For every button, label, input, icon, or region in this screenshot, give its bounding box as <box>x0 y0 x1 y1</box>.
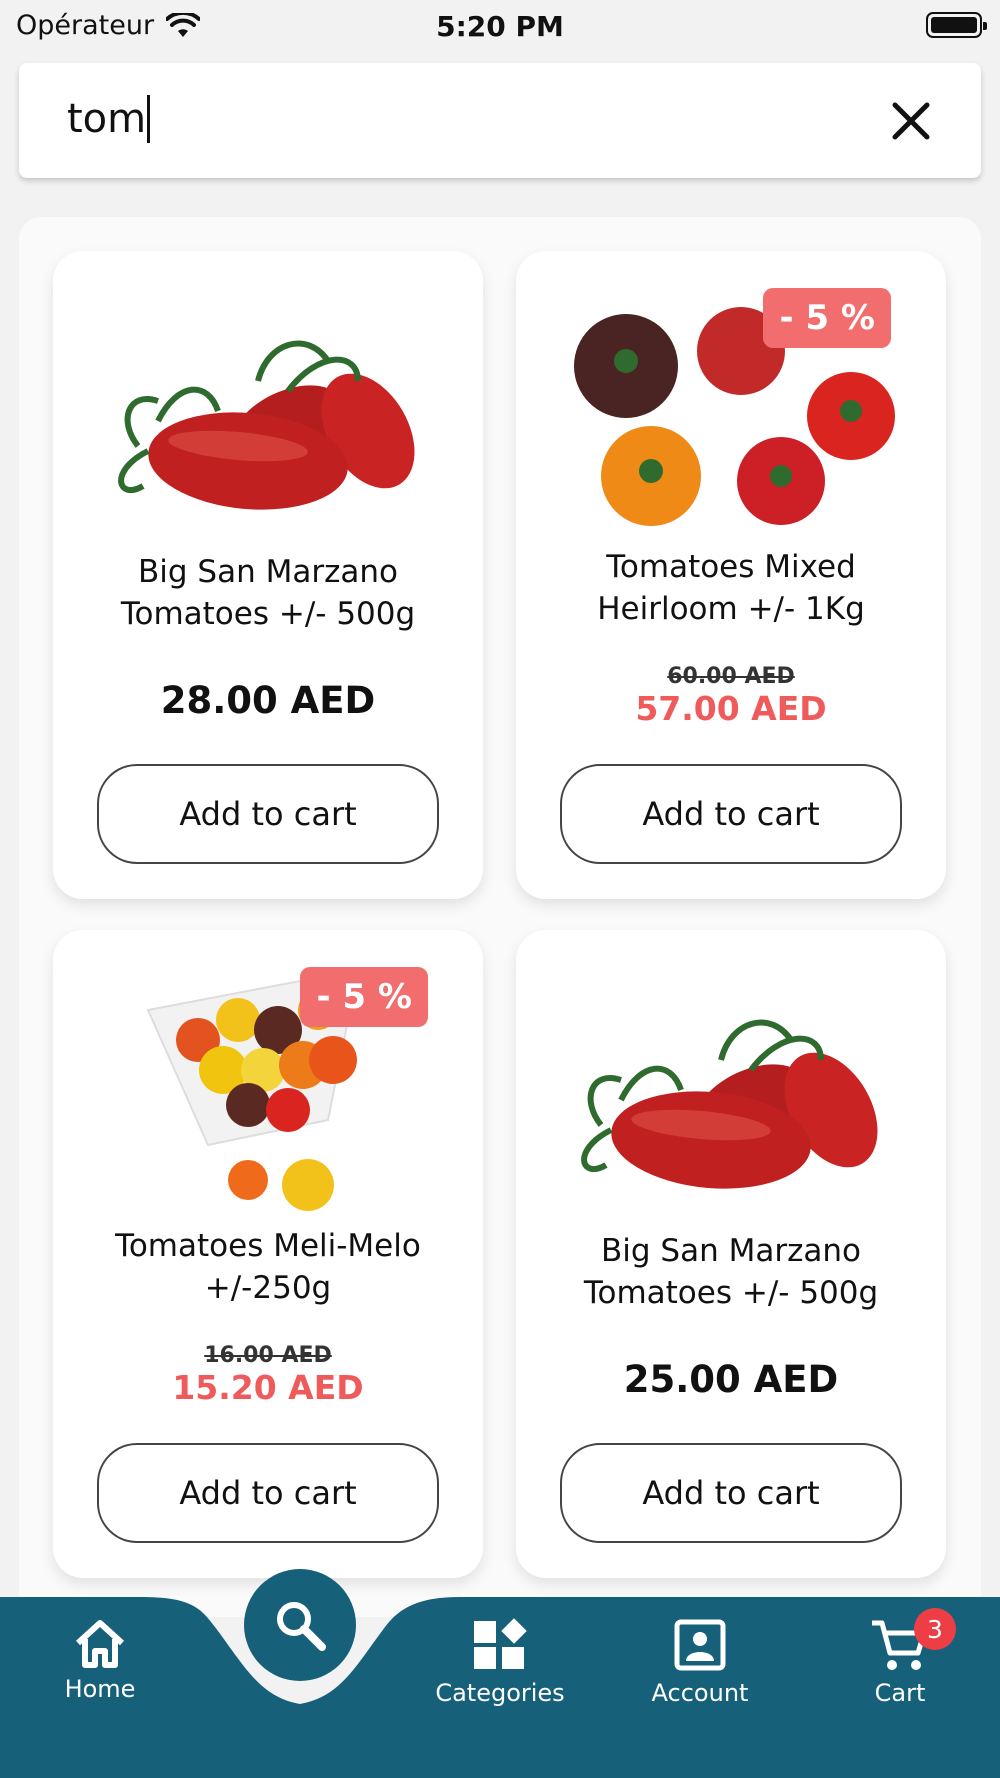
add-to-cart-button[interactable]: Add to cart <box>560 764 902 864</box>
original-price: 60.00 AED <box>667 664 795 689</box>
product-card[interactable]: Big San Marzano Tomatoes +/- 500g 25.00 … <box>516 930 946 1578</box>
product-price: 28.00 AED <box>160 679 376 722</box>
product-name: Tomatoes Mixed Heirloom +/- 1Kg <box>536 546 926 630</box>
product-grid: Big San Marzano Tomatoes +/- 500g 28.00 … <box>19 217 981 1617</box>
product-name-line1: Big San Marzano <box>138 554 398 590</box>
product-name-line2: +/-250g <box>204 1270 332 1306</box>
clock: 5:20 PM <box>436 10 564 43</box>
product-card[interactable]: Big San Marzano Tomatoes +/- 500g 28.00 … <box>53 251 483 899</box>
product-name-line1: Tomatoes Meli-Melo <box>115 1228 421 1264</box>
cart-count-badge: 3 <box>914 1608 956 1650</box>
discount-badge: - 5 % <box>300 967 428 1027</box>
search-icon <box>277 1602 326 1651</box>
sale-price: 57.00 AED <box>635 689 827 728</box>
categories-icon <box>474 1618 527 1669</box>
status-bar: Opérateur 5:20 PM <box>0 0 1000 50</box>
product-name-line1: Big San Marzano <box>601 1233 861 1269</box>
discount-badge: - 5 % <box>763 288 891 348</box>
product-card[interactable]: - 5 % Tomatoes Meli-Melo +/-250g 16.00 A… <box>53 930 483 1578</box>
tab-home[interactable]: Home <box>30 1617 170 1703</box>
product-name-line2: Tomatoes +/- 500g <box>583 1275 879 1311</box>
tab-home-label: Home <box>64 1675 136 1703</box>
tab-categories[interactable]: Categories <box>430 1617 570 1707</box>
home-icon <box>75 1620 125 1668</box>
close-icon[interactable] <box>889 99 933 143</box>
search-bar[interactable]: tom <box>19 63 981 178</box>
product-card[interactable]: - 5 % Tomatoes Mixed Heirloom +/- 1Kg 60… <box>516 251 946 899</box>
search-input-value: tom <box>67 96 147 142</box>
add-to-cart-button[interactable]: Add to cart <box>560 1443 902 1543</box>
product-name: Tomatoes Meli-Melo +/-250g <box>73 1225 463 1309</box>
search-fab-button[interactable] <box>244 1569 356 1681</box>
add-to-cart-button[interactable]: Add to cart <box>97 764 439 864</box>
text-caret <box>147 95 151 143</box>
add-to-cart-button[interactable]: Add to cart <box>97 1443 439 1543</box>
product-image <box>581 1019 878 1189</box>
product-price: 25.00 AED <box>623 1358 839 1401</box>
account-icon <box>674 1619 726 1671</box>
product-name-line1: Tomatoes Mixed <box>606 549 856 585</box>
product-name: Big San Marzano Tomatoes +/- 500g <box>536 1230 926 1314</box>
product-name: Big San Marzano Tomatoes +/- 500g <box>73 551 463 635</box>
tab-cart[interactable]: Cart 3 <box>830 1608 970 1707</box>
sale-price: 15.20 AED <box>172 1368 364 1407</box>
tab-cart-label: Cart <box>874 1679 926 1707</box>
product-name-line2: Tomatoes +/- 500g <box>120 596 416 632</box>
tab-bar: Home Categories Account Cart 3 <box>0 1597 1000 1778</box>
product-name-line2: Heirloom +/- 1Kg <box>597 591 865 627</box>
tab-categories-label: Categories <box>435 1679 565 1707</box>
battery-icon <box>926 12 987 38</box>
tab-account[interactable]: Account <box>630 1617 770 1707</box>
search-input[interactable]: tom <box>67 95 151 143</box>
product-image <box>118 340 415 510</box>
original-price: 16.00 AED <box>204 1343 332 1368</box>
tab-account-label: Account <box>651 1679 749 1707</box>
